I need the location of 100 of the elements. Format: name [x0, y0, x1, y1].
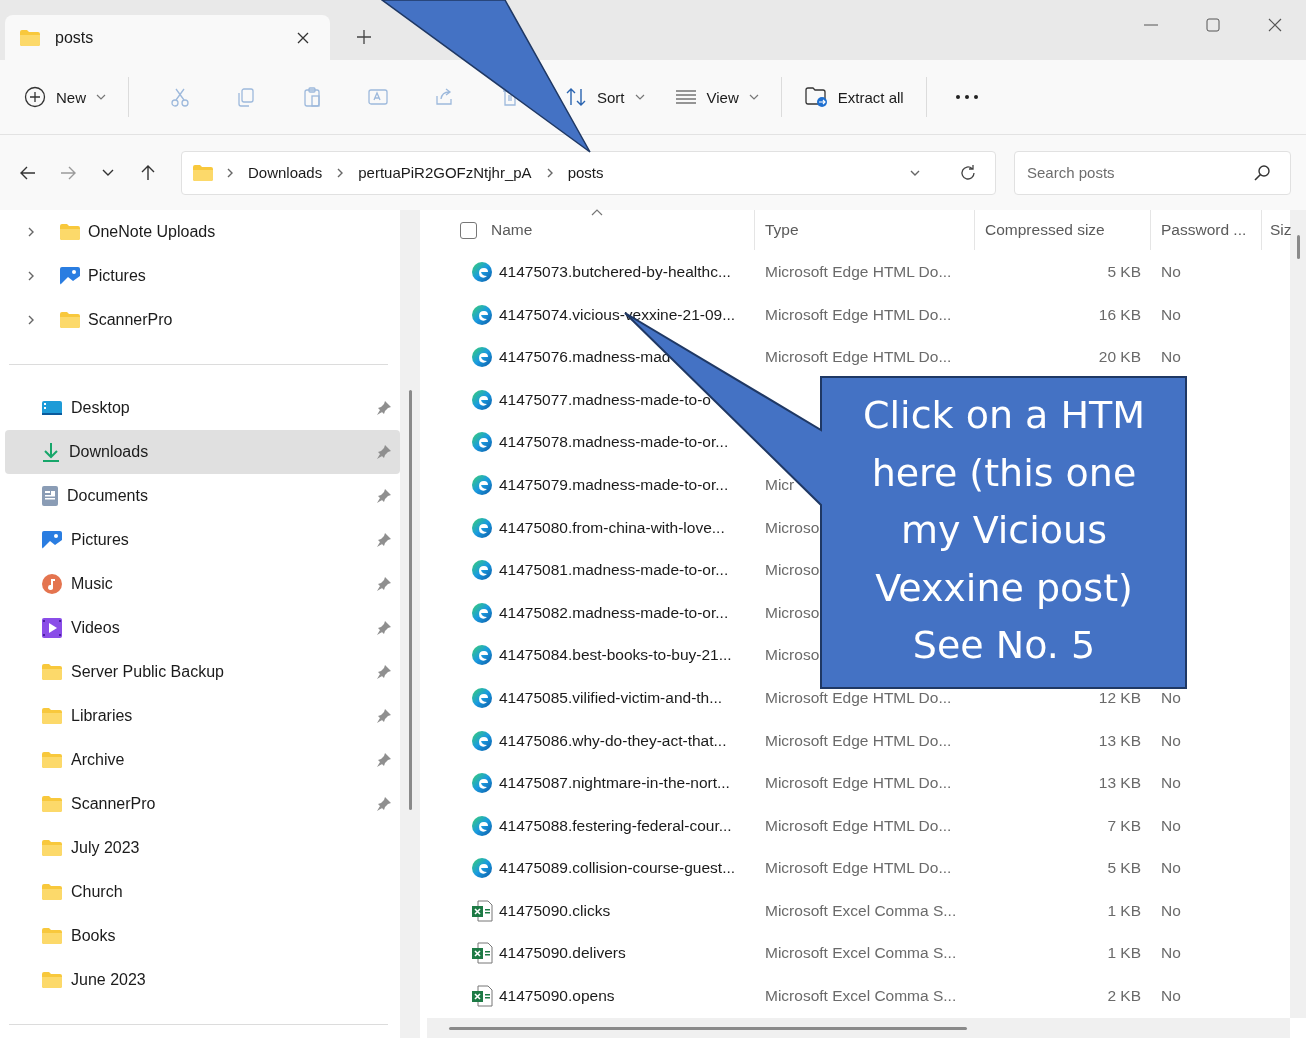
pictures-icon [59, 266, 81, 286]
folder-icon [41, 971, 63, 989]
column-header[interactable]: Compressed size [975, 210, 1151, 251]
navigation-item[interactable]: Documents [5, 474, 400, 518]
folder-icon [59, 311, 81, 329]
file-type: Micr [765, 475, 795, 494]
folder-icon [41, 883, 63, 901]
password-protected: No [1161, 731, 1181, 750]
edge-browser-icon [471, 772, 493, 795]
folder-icon [41, 927, 63, 945]
tree-item[interactable]: OneNote Uploads [5, 210, 400, 254]
plus-icon [356, 29, 372, 45]
select-all-checkbox[interactable] [460, 221, 477, 239]
edge-browser-icon [471, 814, 493, 837]
extract-all-button[interactable]: Extract all [799, 77, 908, 117]
file-name[interactable]: 41475079.madness-made-to-or... [499, 475, 729, 494]
edge-browser-icon [471, 559, 493, 582]
navigation-item[interactable]: July 2023 [5, 826, 400, 870]
pin-icon [376, 708, 392, 724]
edge-browser-icon [471, 516, 493, 539]
navigation-item[interactable]: Downloads [5, 430, 400, 474]
password-protected: No [1161, 305, 1181, 324]
paste-icon [302, 87, 322, 107]
file-type: Microsoft Edge HTML Do... [765, 263, 952, 281]
folder-icon [19, 28, 41, 47]
pin-icon [376, 664, 392, 680]
pin-icon [376, 400, 392, 416]
file-type: Microsoft Excel Comma S... [765, 944, 957, 963]
navigation-item[interactable]: June 2023 [5, 958, 400, 1002]
navigation-item[interactable]: Pictures [5, 518, 400, 562]
column-header[interactable]: Password ... [1151, 210, 1262, 251]
column-header[interactable]: Siz [1262, 210, 1292, 251]
navigation-item[interactable]: Server Public Backup [5, 650, 400, 694]
tree-item[interactable]: ScannerPro [5, 298, 400, 342]
search-field[interactable]: Search posts [1014, 150, 1291, 195]
tree-item[interactable]: Pictures [5, 254, 400, 298]
address-bar[interactable]: Downloads pertuaPiR2GOFzNtjhr_pA posts [181, 150, 996, 195]
file-name[interactable]: 41475077.madness-made-to-o [499, 390, 711, 409]
file-name[interactable]: 41475088.festering-federal-cour... [499, 816, 732, 835]
navigation-item[interactable]: ScannerPro [5, 782, 400, 826]
navigation-item[interactable]: Music [5, 562, 400, 606]
scrollbar[interactable] [400, 210, 420, 1038]
password-protected: No [1161, 816, 1181, 835]
folder-icon [41, 663, 63, 681]
breadcrumb[interactable]: Downloads [246, 164, 325, 181]
plus-circle-icon [24, 86, 46, 108]
tab[interactable]: posts [5, 15, 330, 60]
file-name[interactable]: 41475076.madness-mad [499, 348, 671, 367]
password-protected: No [1161, 901, 1181, 920]
file-name[interactable]: 41475087.nightmare-in-the-nort... [499, 774, 730, 793]
spreadsheet-icon [471, 985, 493, 1008]
scrollbar[interactable] [1290, 210, 1306, 1018]
sort-icon [565, 87, 587, 107]
callout-text: Click on a HTM here (this one my Vicious Vexxine post) See No. 5 [862, 392, 1146, 669]
file-size: 1 KB [1107, 944, 1141, 963]
file-name[interactable]: 41475090.delivers [499, 944, 626, 963]
new-button[interactable]: New [20, 77, 110, 117]
sort-button[interactable]: Sort [561, 77, 649, 117]
file-name[interactable]: 41475074.vicious-vexxine-21-09... [499, 305, 736, 324]
file-type: Microsoft Edge HTML Do... [765, 348, 952, 367]
edge-browser-icon [471, 686, 493, 709]
file-size: 5 KB [1107, 859, 1141, 878]
file-name[interactable]: 41475089.collision-course-guest... [499, 859, 736, 878]
file-type: Microso [765, 518, 820, 537]
view-button[interactable]: View [670, 77, 763, 117]
navigation-item[interactable]: Videos [5, 606, 400, 650]
edge-browser-icon [471, 431, 493, 454]
file-name[interactable]: 41475080.from-china-with-love... [499, 518, 725, 537]
file-name[interactable]: 41475090.opens [499, 987, 615, 1006]
music-note-icon [41, 573, 63, 595]
file-size: 13 KB [1098, 731, 1141, 750]
breadcrumb[interactable]: pertuaPiR2GOFzNtjhr_pA [356, 164, 534, 181]
scrollbar[interactable] [427, 1018, 1290, 1038]
navigation-item[interactable]: Archive [5, 738, 400, 782]
folder-icon [41, 751, 63, 769]
file-name[interactable]: 41475082.madness-made-to-or... [499, 603, 729, 622]
file-name[interactable]: 41475081.madness-made-to-or... [499, 561, 729, 580]
pin-icon [376, 576, 392, 592]
file-type: Microsoft Edge HTML Do... [765, 774, 952, 793]
breadcrumb[interactable]: posts [565, 164, 606, 181]
file-name[interactable]: 41475073.butchered-by-healthc... [499, 263, 731, 281]
edge-browser-icon [471, 261, 493, 283]
column-header[interactable]: Type [755, 210, 975, 251]
navigation-item[interactable]: Books [5, 914, 400, 958]
navigation-item[interactable]: Libraries [5, 694, 400, 738]
column-header[interactable]: Name [427, 210, 755, 251]
password-protected: No [1161, 944, 1181, 963]
pin-icon [376, 752, 392, 768]
minimize-icon [1144, 24, 1158, 26]
caret-icon [96, 93, 106, 101]
file-name[interactable]: 41475085.vilified-victim-and-th... [499, 688, 723, 707]
file-name[interactable]: 41475090.clicks [499, 901, 611, 920]
document-icon [41, 485, 59, 507]
navigation-item[interactable]: Desktop [5, 386, 400, 430]
file-name[interactable]: 41475086.why-do-they-act-that... [499, 731, 727, 750]
navigation-item[interactable]: Church [5, 870, 400, 914]
share-icon [434, 87, 454, 107]
file-name[interactable]: 41475084.best-books-to-buy-21... [499, 646, 732, 665]
file-name[interactable]: 41475078.madness-made-to-or... [499, 433, 729, 452]
scissors-icon [170, 87, 190, 107]
